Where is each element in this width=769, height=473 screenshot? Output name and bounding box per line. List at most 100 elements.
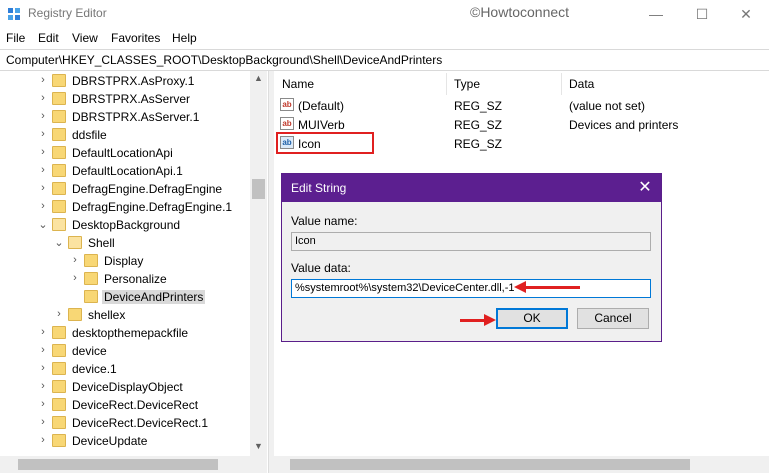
- tree-vertical-scrollbar[interactable]: ▲ ▼: [250, 71, 267, 456]
- cancel-button[interactable]: Cancel: [577, 308, 649, 329]
- tree-item-label: DeviceRect.DeviceRect.1: [72, 416, 209, 430]
- expand-chevron-icon[interactable]: ›: [38, 182, 48, 194]
- tree-item-label: DBRSTPRX.AsProxy.1: [72, 74, 195, 88]
- expand-chevron-icon[interactable]: ›: [38, 146, 48, 158]
- list-horizontal-scrollbar[interactable]: [274, 456, 769, 473]
- tree-item-label: DefaultLocationApi.1: [72, 164, 183, 178]
- value-data: (value not set): [569, 99, 646, 113]
- tree-item[interactable]: › Personalize: [0, 270, 250, 288]
- tree-item-label: DeviceRect.DeviceRect: [72, 398, 199, 412]
- tree-item[interactable]: ⌄ DesktopBackground: [0, 216, 250, 234]
- tree-item[interactable]: › DeviceRect.DeviceRect.1: [0, 414, 250, 432]
- column-divider[interactable]: [446, 73, 447, 95]
- value-type: REG_SZ: [454, 137, 503, 151]
- expand-chevron-icon[interactable]: ›: [38, 74, 48, 86]
- menu-help[interactable]: Help: [172, 31, 197, 45]
- expand-chevron-icon[interactable]: ›: [38, 344, 48, 356]
- column-divider[interactable]: [561, 73, 562, 95]
- tree-item[interactable]: › shellex: [0, 306, 250, 324]
- tree-item[interactable]: DeviceAndPrinters: [0, 288, 250, 306]
- collapse-chevron-icon[interactable]: ⌄: [38, 218, 48, 231]
- tree-item[interactable]: › DBRSTPRX.AsServer.1: [0, 108, 250, 126]
- dialog-title-bar: Edit String ✕: [282, 174, 661, 202]
- string-value-icon: ab: [280, 117, 294, 130]
- expand-chevron-icon[interactable]: ›: [38, 110, 48, 122]
- list-hscroll-thumb[interactable]: [290, 459, 690, 470]
- tree-item[interactable]: › device.1: [0, 360, 250, 378]
- address-path[interactable]: Computer\HKEY_CLASSES_ROOT\DesktopBackgr…: [6, 53, 442, 67]
- highlight-annotation-box: [276, 132, 374, 154]
- expand-chevron-icon[interactable]: ›: [38, 92, 48, 104]
- tree-item[interactable]: › DBRSTPRX.AsProxy.1: [0, 72, 250, 90]
- expand-chevron-icon[interactable]: ›: [38, 416, 48, 428]
- value-data-input[interactable]: %systemroot%\system32\DeviceCenter.dll,-…: [291, 279, 651, 298]
- tree-item[interactable]: › DefragEngine.DefragEngine: [0, 180, 250, 198]
- value-name: MUIVerb: [298, 118, 345, 132]
- folder-icon: [52, 110, 66, 123]
- column-header-name[interactable]: Name: [282, 77, 314, 91]
- scroll-up-icon[interactable]: ▲: [250, 73, 267, 83]
- expand-chevron-icon[interactable]: ›: [38, 164, 48, 176]
- menu-favorites[interactable]: Favorites: [111, 31, 160, 45]
- expand-chevron-icon[interactable]: ›: [38, 200, 48, 212]
- tree-item-label: desktopthemepackfile: [72, 326, 189, 340]
- expand-chevron-icon[interactable]: ›: [38, 326, 48, 338]
- column-header-data[interactable]: Data: [569, 77, 594, 91]
- close-button[interactable]: ✕: [723, 0, 769, 28]
- arrow-head-icon: [514, 281, 526, 293]
- folder-icon: [52, 416, 66, 429]
- folder-icon: [84, 272, 98, 285]
- tree-item-label: Shell: [88, 236, 115, 250]
- tree-item-label: DefragEngine.DefragEngine: [72, 182, 223, 196]
- expand-chevron-icon[interactable]: ›: [70, 254, 80, 266]
- tree-hscroll-thumb[interactable]: [18, 459, 218, 470]
- key-tree[interactable]: › DBRSTPRX.AsProxy.1 › DBRSTPRX.AsServer › DB…: [0, 71, 268, 473]
- collapse-chevron-icon[interactable]: ⌄: [54, 236, 64, 249]
- ok-button[interactable]: OK: [496, 308, 568, 329]
- column-header-type[interactable]: Type: [454, 77, 480, 91]
- edit-string-dialog: Edit String ✕ Value name: Icon Value dat…: [281, 173, 662, 342]
- string-value-icon: ab: [280, 98, 294, 111]
- menu-file[interactable]: File: [6, 31, 25, 45]
- dialog-close-icon[interactable]: ✕: [635, 178, 655, 198]
- tree-item[interactable]: › DefragEngine.DefragEngine.1: [0, 198, 250, 216]
- tree-item[interactable]: › Display: [0, 252, 250, 270]
- value-name-label: Value name:: [291, 214, 358, 228]
- scroll-down-icon[interactable]: ▼: [250, 441, 267, 451]
- expand-chevron-icon[interactable]: ›: [38, 398, 48, 410]
- folder-icon: [52, 380, 66, 393]
- maximize-button[interactable]: ☐: [679, 0, 725, 28]
- tree-item[interactable]: › DeviceRect.DeviceRect: [0, 396, 250, 414]
- minimize-button[interactable]: —: [633, 0, 679, 28]
- tree-item[interactable]: ⌄ Shell: [0, 234, 250, 252]
- tree-item[interactable]: › device: [0, 342, 250, 360]
- watermark-text: ©Howtoconnect: [470, 4, 570, 20]
- tree-item[interactable]: › DefaultLocationApi.1: [0, 162, 250, 180]
- registry-editor-icon: [8, 8, 20, 20]
- tree-item[interactable]: › ddsfile: [0, 126, 250, 144]
- menu-edit[interactable]: Edit: [38, 31, 59, 45]
- tree-item[interactable]: › DefaultLocationApi: [0, 144, 250, 162]
- window-title: Registry Editor: [28, 6, 107, 20]
- title-bar: Registry Editor ©Howtoconnect — ☐ ✕: [0, 0, 769, 28]
- tree-item[interactable]: › DBRSTPRX.AsServer: [0, 90, 250, 108]
- address-bar[interactable]: Computer\HKEY_CLASSES_ROOT\DesktopBackgr…: [0, 49, 769, 71]
- value-type: REG_SZ: [454, 118, 503, 132]
- value-type: REG_SZ: [454, 99, 503, 113]
- expand-chevron-icon[interactable]: ›: [54, 308, 64, 320]
- folder-icon: [52, 398, 66, 411]
- tree-scroll-thumb[interactable]: [252, 179, 265, 199]
- tree-item-label: ddsfile: [72, 128, 107, 142]
- expand-chevron-icon[interactable]: ›: [38, 434, 48, 446]
- tree-item[interactable]: › desktopthemepackfile: [0, 324, 250, 342]
- menu-view[interactable]: View: [72, 31, 98, 45]
- expand-chevron-icon[interactable]: ›: [38, 128, 48, 140]
- tree-horizontal-scrollbar[interactable]: [0, 456, 267, 473]
- expand-chevron-icon[interactable]: ›: [38, 362, 48, 374]
- expand-chevron-icon[interactable]: ›: [38, 380, 48, 392]
- folder-icon: [52, 164, 66, 177]
- tree-item[interactable]: › DeviceUpdate: [0, 432, 250, 450]
- tree-item[interactable]: › DeviceDisplayObject: [0, 378, 250, 396]
- expand-chevron-icon[interactable]: ›: [70, 272, 80, 284]
- value-data-label: Value data:: [291, 261, 351, 275]
